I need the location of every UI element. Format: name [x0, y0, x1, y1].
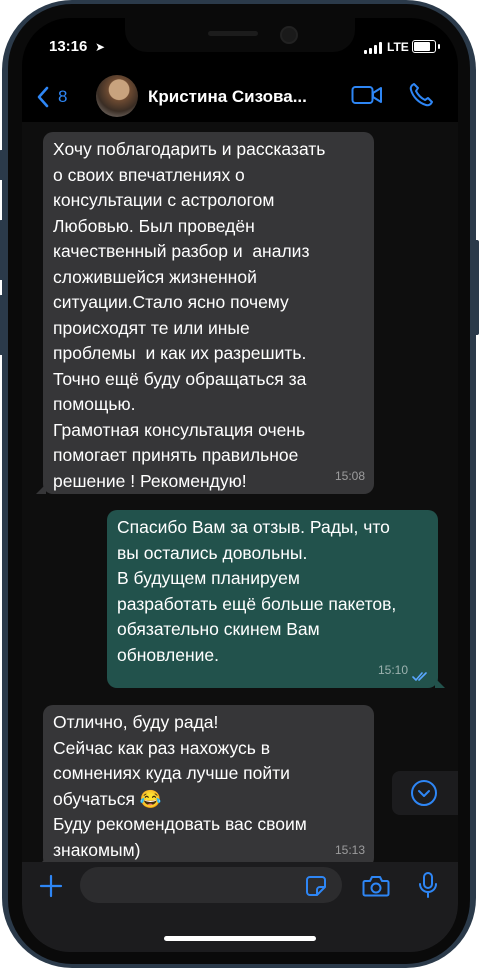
unread-count: 8: [58, 87, 68, 106]
network-type: LTE: [387, 40, 409, 54]
message-input[interactable]: [80, 867, 342, 903]
home-indicator[interactable]: [164, 936, 316, 941]
back-button[interactable]: 8: [36, 84, 86, 110]
volume-up-button: [0, 220, 4, 280]
scroll-to-bottom-button[interactable]: [392, 771, 458, 815]
avatar[interactable]: [96, 75, 138, 117]
message-time: 15:08: [334, 468, 365, 483]
microphone-icon[interactable]: [418, 871, 438, 899]
camera-icon[interactable]: [362, 874, 390, 898]
battery-icon: [412, 40, 440, 53]
notch: [125, 18, 355, 52]
signal-icon: [364, 42, 384, 54]
video-camera-icon[interactable]: [351, 84, 383, 106]
sticker-icon[interactable]: [305, 875, 327, 897]
read-ticks-icon: [412, 672, 427, 681]
plus-icon[interactable]: [39, 874, 63, 898]
message-text: Отлично, буду рада! Сейчас как раз нахож…: [53, 712, 307, 860]
mute-switch: [0, 150, 4, 180]
status-time: 13:16: [49, 38, 88, 55]
phone-icon[interactable]: [408, 82, 434, 108]
message-time: 15:13: [334, 842, 365, 857]
message-time: 15:10: [377, 662, 408, 677]
message-incoming[interactable]: Отлично, буду рада! Сейчас как раз нахож…: [36, 705, 374, 868]
chat-header: 8 Кристина Сизова...: [22, 72, 458, 122]
front-camera: [280, 26, 298, 44]
bubble-tail: [435, 678, 445, 688]
contact-name[interactable]: Кристина Сизова...: [148, 87, 307, 107]
volume-down-button: [0, 295, 4, 355]
chevron-down-circle-icon: [411, 780, 437, 806]
screen: 13:16 ➤ LTE 8 Кристина Сизова... Хочу по…: [22, 18, 458, 952]
chevron-left-icon: [37, 86, 49, 108]
message-incoming[interactable]: Хочу поблагодарить и рассказать о своих …: [36, 132, 374, 494]
speaker-grille: [208, 31, 258, 36]
message-outgoing[interactable]: Спасибо Вам за отзыв. Рады, что вы остал…: [107, 510, 445, 688]
power-button: [474, 240, 479, 335]
bubble-tail: [36, 484, 46, 494]
message-list[interactable]: Хочу поблагодарить и рассказать о своих …: [22, 122, 458, 868]
message-text: Спасибо Вам за отзыв. Рады, что вы остал…: [117, 517, 397, 665]
message-text: Хочу поблагодарить и рассказать о своих …: [53, 139, 326, 491]
location-arrow-icon: ➤: [95, 40, 106, 54]
